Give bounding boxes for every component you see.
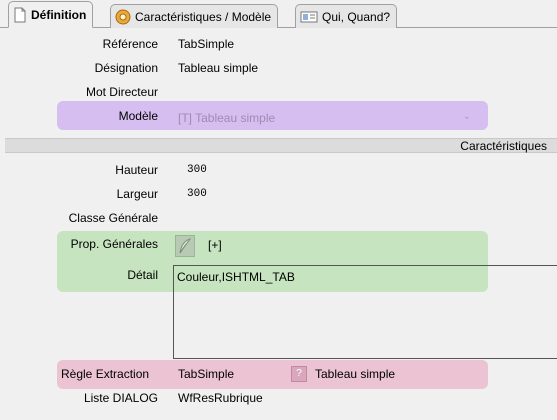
prop-generales-value[interactable]: [+]: [208, 238, 222, 252]
help-question-button[interactable]: ?: [291, 366, 307, 382]
classe-generale-row: Classe Générale: [0, 207, 557, 229]
chevron-down-icon: ⌄: [462, 111, 471, 122]
edit-properties-button[interactable]: [175, 235, 195, 257]
document-icon: [14, 7, 26, 22]
definition-panel: Référence TabSimple Désignation Tableau …: [0, 28, 557, 420]
designation-label: Désignation: [94, 61, 158, 75]
detail-label: Détail: [127, 268, 158, 282]
liste-dialog-row: Liste DIALOG WfResRubrique: [0, 387, 557, 409]
modele-select[interactable]: [T] Tableau simple ⌄: [173, 108, 481, 129]
tab-label: Définition: [31, 7, 87, 22]
classe-generale-label: Classe Générale: [68, 211, 158, 225]
feather-pen-icon: [179, 238, 192, 254]
tab-definition[interactable]: Définition: [8, 1, 94, 28]
section-title: Caractéristiques: [460, 139, 547, 153]
largeur-row: Largeur 300: [0, 183, 557, 205]
id-card-icon: [300, 11, 318, 22]
largeur-label: Largeur: [116, 187, 158, 201]
caracteristiques-section-header: Caractéristiques: [5, 138, 557, 153]
modele-row: Modèle [T] Tableau simple ⌄: [0, 105, 557, 127]
modele-value: [T] Tableau simple: [178, 111, 276, 125]
prop-generales-row: Prop. Générales [+]: [0, 233, 557, 257]
designation-row: Désignation Tableau simple: [0, 57, 557, 79]
question-icon: ?: [296, 368, 302, 379]
detail-value: Couleur,ISHTML_TAB: [177, 270, 295, 284]
regle-extraction-linked-label: Tableau simple: [315, 367, 396, 381]
regle-extraction-row: Règle Extraction TabSimple ? Tableau sim…: [0, 363, 557, 385]
tab-qui-quand[interactable]: Qui, Quand?: [295, 4, 398, 28]
hauteur-label: Hauteur: [115, 163, 158, 177]
settings-medal-icon: [115, 9, 131, 24]
prop-generales-label: Prop. Générales: [70, 237, 158, 251]
reference-label: Référence: [102, 37, 158, 51]
regle-extraction-value[interactable]: TabSimple: [178, 367, 234, 381]
mot-directeur-label: Mot Directeur: [85, 85, 158, 99]
designation-value[interactable]: Tableau simple: [178, 61, 258, 75]
reference-row: Référence TabSimple: [0, 33, 557, 55]
tab-bar: Définition Caractéristiques / Modèle Qui…: [0, 0, 557, 28]
liste-dialog-value[interactable]: WfResRubrique: [178, 391, 263, 405]
tab-label: Qui, Quand?: [322, 9, 391, 24]
regle-extraction-label: Règle Extraction: [61, 367, 150, 381]
detail-textarea[interactable]: Couleur,ISHTML_TAB: [173, 265, 557, 359]
modele-label: Modèle: [118, 109, 158, 123]
tab-caracteristiques-modele[interactable]: Caractéristiques / Modèle: [110, 4, 279, 28]
tab-label: Caractéristiques / Modèle: [135, 9, 272, 24]
reference-value[interactable]: TabSimple: [178, 37, 234, 51]
hauteur-value[interactable]: 300: [187, 164, 207, 176]
mot-directeur-row: Mot Directeur: [0, 81, 557, 103]
hauteur-row: Hauteur 300: [0, 159, 557, 181]
liste-dialog-label: Liste DIALOG: [83, 391, 158, 405]
largeur-value[interactable]: 300: [187, 188, 207, 200]
